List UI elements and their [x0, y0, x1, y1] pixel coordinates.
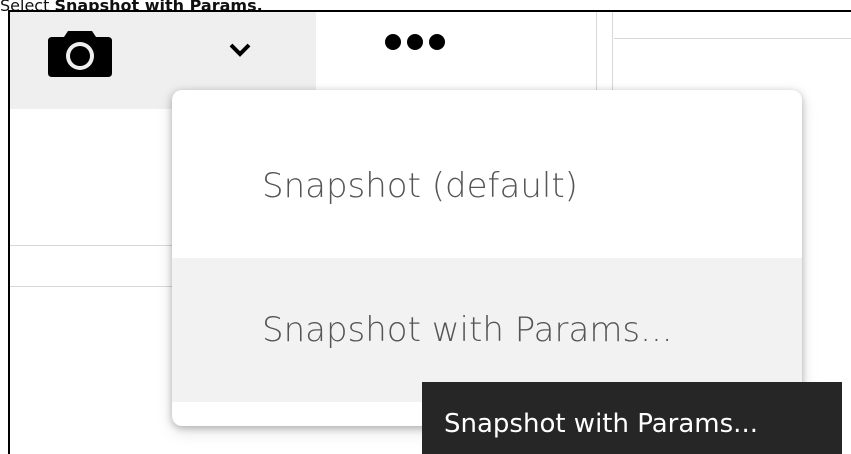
- more-options-button[interactable]: [380, 24, 450, 64]
- more-horizontal-icon: [380, 32, 450, 57]
- menu-item-snapshot-with-params[interactable]: Snapshot with Params...: [172, 258, 802, 402]
- menu-item-snapshot-default[interactable]: Snapshot (default): [172, 114, 802, 258]
- snapshot-button[interactable]: [40, 24, 120, 84]
- tooltip-text: Snapshot with Params...: [444, 409, 758, 439]
- menu-item-label: Snapshot with Params...: [262, 310, 673, 350]
- screenshot-page: Select Snapshot with Params. Snapshot (d…: [0, 0, 851, 454]
- app-window: Snapshot (default) Snapshot with Params.…: [8, 10, 851, 454]
- camera-icon: [46, 27, 114, 82]
- tooltip: Snapshot with Params...: [422, 382, 842, 454]
- chevron-down-icon: [228, 42, 252, 63]
- snapshot-dropdown-menu: Snapshot (default) Snapshot with Params.…: [172, 90, 802, 426]
- menu-item-label: Snapshot (default): [262, 166, 578, 206]
- snapshot-options-dropdown[interactable]: [220, 32, 260, 72]
- right-panel-header-line: [614, 38, 851, 39]
